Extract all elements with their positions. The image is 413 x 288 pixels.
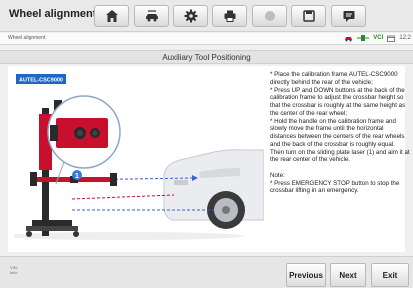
bottom-bar: VIN: Info: Previous Next Exit <box>0 256 413 288</box>
status-icons: VCI 12:2 <box>344 34 411 42</box>
content-panel: 1 AUTEL-CSC9000 * Place the calibration … <box>4 66 410 252</box>
print-button[interactable] <box>212 5 247 27</box>
top-toolbar: Wheel alignment <box>0 0 413 32</box>
clock-time: 12:2 <box>399 35 411 41</box>
settings-button[interactable] <box>173 5 208 27</box>
gear-icon <box>184 9 197 23</box>
breadcrumb: Wheel alignment <box>8 35 46 41</box>
disabled-button[interactable] <box>252 5 287 27</box>
car-connection-icon <box>345 36 353 41</box>
exit-button[interactable]: Exit <box>371 263 409 287</box>
page-title: Auxiliary Tool Positioning <box>162 53 251 62</box>
instructions-text: * Place the calibration frame AUTEL-CSC9… <box>270 71 410 195</box>
next-button[interactable]: Next <box>330 263 366 287</box>
frame-label: AUTEL-CSC9000 <box>19 78 63 84</box>
status-bar: Wheel alignment VCI 12:2 <box>0 33 413 45</box>
vehicle-link-icon <box>357 35 370 41</box>
app-title: Wheel alignment <box>9 8 97 20</box>
vci-indicator: VCI <box>373 35 384 41</box>
message-button[interactable] <box>331 5 366 27</box>
save-button[interactable] <box>291 5 326 27</box>
calibration-frame-diagram: 1 AUTEL-CSC9000 <box>4 74 265 240</box>
car-lift-icon <box>145 10 158 22</box>
info-label: Info: <box>10 270 18 276</box>
calibration-illustration: 1 AUTEL-CSC9000 <box>4 70 265 246</box>
circle-icon <box>264 11 275 21</box>
calendar-icon <box>387 35 396 42</box>
save-icon <box>302 10 315 22</box>
printer-icon <box>224 10 235 22</box>
message-icon <box>343 11 354 22</box>
home-button[interactable] <box>94 5 129 27</box>
vehicle-info: VIN: Info: <box>10 265 18 275</box>
callout-number: 1 <box>75 173 79 180</box>
previous-button[interactable]: Previous <box>286 263 326 287</box>
section-header: Auxiliary Tool Positioning <box>0 50 413 64</box>
home-icon <box>105 10 118 22</box>
vehicle-lift-button[interactable] <box>134 5 169 27</box>
